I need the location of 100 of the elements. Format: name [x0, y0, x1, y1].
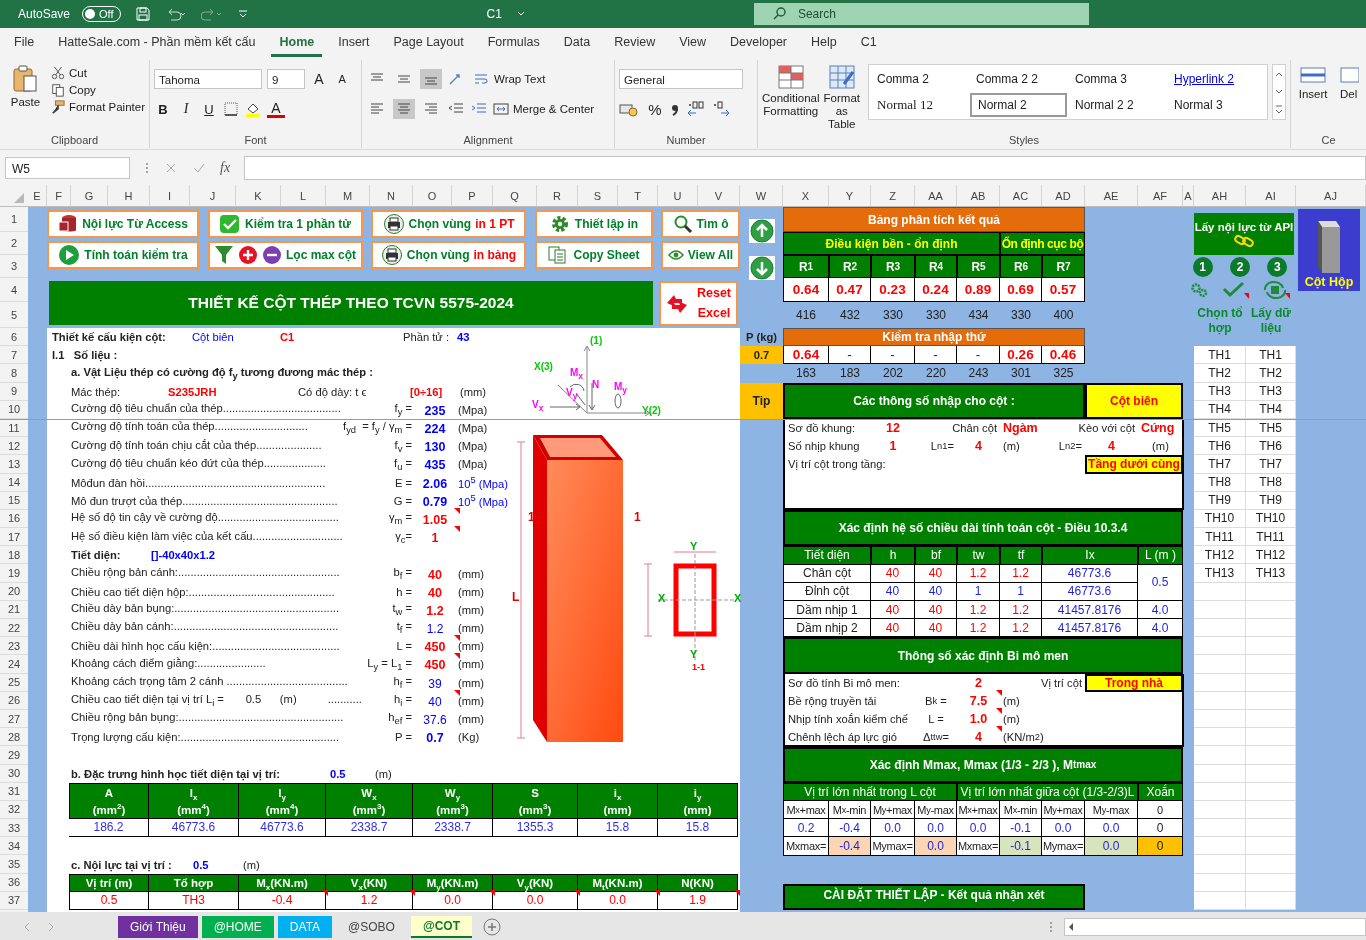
macro-button[interactable]: Kiểm tra 1 phần tử — [207, 210, 363, 238]
copy-button[interactable]: Copy — [50, 83, 145, 97]
column-header[interactable]: P — [452, 185, 493, 206]
column-header[interactable]: AH — [1194, 185, 1246, 206]
list-item[interactable]: TH2 — [1246, 364, 1296, 383]
underline-button[interactable]: U — [200, 101, 218, 117]
decrease-font-button[interactable]: A — [333, 73, 351, 85]
row-header[interactable]: 25 — [0, 673, 28, 692]
macro-button[interactable]: Lọc max cột — [207, 241, 363, 269]
tip-cell[interactable]: Tip — [740, 382, 783, 419]
cell-style-option[interactable]: Normal 12 — [871, 93, 968, 117]
add-sheet-icon[interactable] — [482, 917, 502, 937]
redo-icon[interactable] — [200, 6, 223, 22]
decrease-decimal-icon[interactable] — [711, 101, 731, 117]
row-header[interactable]: 36 — [0, 873, 28, 892]
insert-button[interactable]: Insert — [1295, 64, 1332, 101]
column-header[interactable]: T — [618, 185, 658, 206]
row-header[interactable]: 18 — [0, 546, 28, 565]
column-header[interactable]: H — [108, 185, 150, 206]
column-header[interactable]: K — [236, 185, 281, 206]
list-item[interactable]: TH7 — [1194, 455, 1246, 474]
row-header[interactable]: 17 — [0, 528, 28, 547]
row-header[interactable]: 13 — [0, 455, 28, 474]
format-painter-button[interactable]: Format Painter — [50, 100, 145, 114]
row-header[interactable]: 12 — [0, 437, 28, 456]
macro-button[interactable]: Chọn vùng in bảng — [371, 241, 526, 269]
list-item[interactable]: TH13 — [1246, 564, 1296, 583]
row-header[interactable]: 7 — [0, 346, 28, 365]
list-item[interactable]: TH13 — [1194, 564, 1246, 583]
macro-button[interactable]: View All — [661, 241, 740, 269]
macro-button[interactable]: Copy Sheet — [534, 241, 653, 269]
macro-button[interactable]: Chọn vùng in 1 PT — [371, 210, 526, 238]
font-color-button[interactable]: A — [267, 100, 285, 118]
column-header[interactable]: AI — [1246, 185, 1296, 206]
column-header[interactable]: X — [783, 185, 829, 206]
row-header[interactable]: 3 — [0, 255, 28, 278]
menu-tab[interactable]: C1 — [852, 29, 885, 57]
api-button[interactable]: Lấy nội lực từ API — [1194, 213, 1294, 255]
reset-button[interactable]: Reset Excel — [659, 280, 738, 326]
gears-icon[interactable] — [1189, 282, 1210, 298]
list-item[interactable]: TH9 — [1194, 491, 1246, 510]
formula-input[interactable] — [244, 155, 1366, 180]
column-header[interactable]: R — [537, 185, 578, 206]
list-item[interactable]: TH3 — [1194, 382, 1246, 401]
list-item[interactable]: TH7 — [1246, 455, 1296, 474]
insert-function-button[interactable]: fx — [220, 159, 231, 176]
cell-style-option[interactable]: Normal 2 — [970, 93, 1067, 117]
column-header[interactable]: N — [370, 185, 413, 206]
list-item[interactable]: TH3 — [1246, 382, 1296, 401]
macro-button[interactable]: Nội lực Từ Access — [47, 210, 199, 238]
list-item[interactable]: TH4 — [1246, 400, 1296, 419]
column-header[interactable]: AA — [915, 185, 957, 206]
menu-tab[interactable]: Formulas — [479, 29, 548, 57]
row-header[interactable]: 22 — [0, 619, 28, 638]
row-header[interactable]: 32 — [0, 800, 28, 820]
menu-tab[interactable]: Insert — [330, 29, 378, 57]
row-header[interactable]: 26 — [0, 691, 28, 710]
italic-button[interactable]: I — [177, 101, 195, 117]
fill-color-icon[interactable] — [244, 101, 262, 117]
list-item[interactable]: TH4 — [1194, 400, 1246, 419]
check-icon[interactable] — [1221, 281, 1249, 299]
cell-style-option[interactable]: Normal 3 — [1168, 93, 1265, 117]
column-header[interactable]: AB — [957, 185, 1000, 206]
macro-button[interactable]: Tính toán kiểm tra — [47, 241, 199, 269]
number-format-dropdown[interactable]: General — [619, 69, 743, 89]
sheet-tab[interactable]: Giới Thiệu — [118, 916, 198, 938]
row-header[interactable]: 15 — [0, 491, 28, 510]
cell-style-option[interactable]: Normal 2 2 — [1069, 93, 1166, 117]
row-header[interactable]: 28 — [0, 728, 28, 747]
row-header[interactable]: 9 — [0, 382, 28, 401]
list-item[interactable]: TH9 — [1246, 491, 1296, 510]
column-header[interactable]: Q — [493, 185, 537, 206]
row-header[interactable]: 19 — [0, 564, 28, 583]
menu-tab[interactable]: HatteSale.com - Phần mềm kết cấu — [50, 29, 264, 57]
row-header[interactable]: 10 — [0, 400, 28, 419]
row-header[interactable]: 8 — [0, 364, 28, 383]
row-header[interactable]: 24 — [0, 655, 28, 674]
name-box[interactable]: W5 — [5, 156, 130, 179]
column-header[interactable]: AJ — [1296, 185, 1366, 206]
accounting-icon[interactable] — [619, 101, 641, 117]
menu-tab[interactable]: File — [6, 29, 43, 57]
increase-font-button[interactable]: A — [310, 71, 328, 87]
horizontal-align-button[interactable] — [393, 99, 415, 119]
down-arrow-icon[interactable] — [747, 255, 776, 281]
vertical-align-button[interactable] — [420, 69, 442, 89]
list-item[interactable]: TH8 — [1246, 473, 1296, 492]
row-header[interactable]: 21 — [0, 600, 28, 619]
row-header[interactable]: 27 — [0, 709, 28, 729]
list-item[interactable]: TH2 — [1194, 364, 1246, 383]
up-arrow-icon[interactable] — [747, 218, 776, 244]
column-header[interactable]: AD — [1042, 185, 1085, 206]
wrap-text-button[interactable]: Wrap Text — [474, 72, 546, 86]
macro-button[interactable]: Tìm ô — [661, 210, 740, 238]
row-header[interactable]: 33 — [0, 819, 28, 838]
menu-tab[interactable]: Data — [555, 29, 599, 57]
row-header[interactable]: 34 — [0, 837, 28, 856]
sheet-tab[interactable]: @SOBO — [336, 916, 407, 938]
column-header[interactable]: E — [28, 185, 47, 206]
macro-button[interactable]: Thiết lập in — [534, 210, 653, 238]
percent-button[interactable]: % — [646, 100, 664, 118]
